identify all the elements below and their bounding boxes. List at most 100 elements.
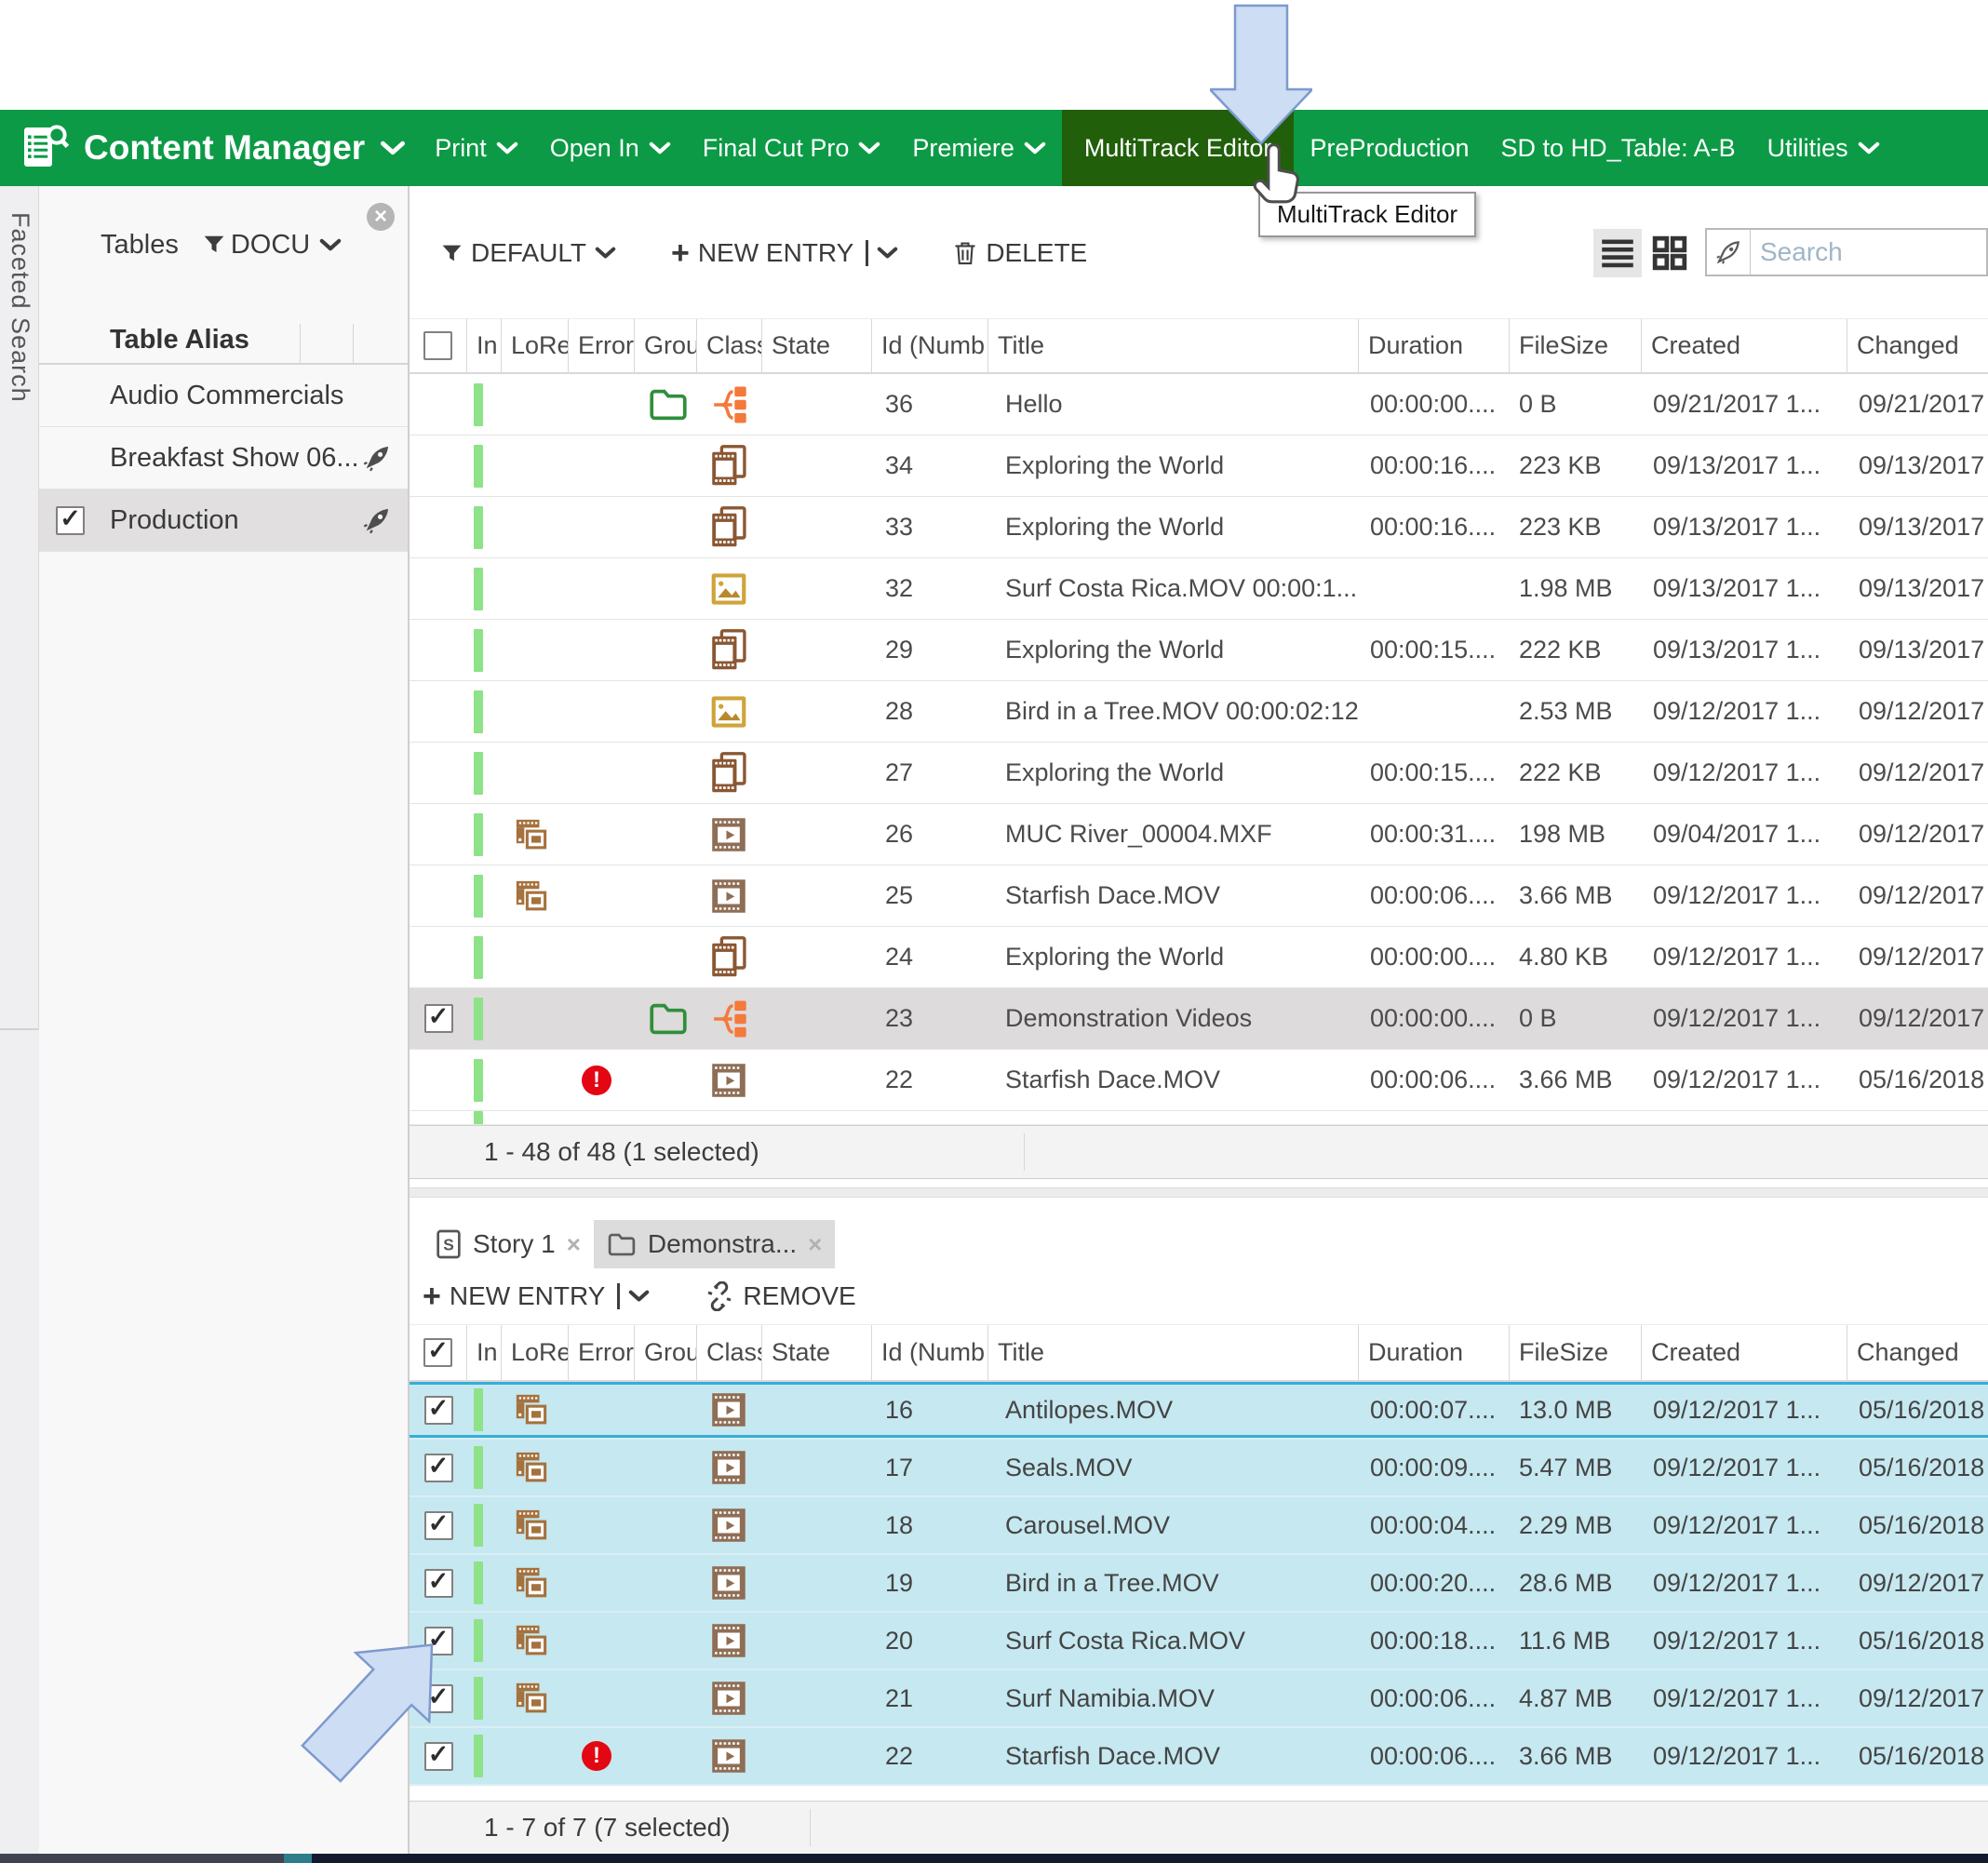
list-item[interactable]: Audio Commercials [39, 365, 408, 427]
column-header-state[interactable]: State [762, 319, 872, 372]
column-header-created[interactable]: Created [1642, 319, 1847, 372]
menu-item[interactable]: Utilities [1752, 110, 1896, 186]
list-view-button[interactable] [1593, 229, 1642, 277]
list-item[interactable]: Production [39, 489, 408, 552]
row-checkbox[interactable] [424, 1454, 453, 1482]
column-header-filesize[interactable]: FileSize [1510, 1325, 1642, 1380]
table-row[interactable]: 32 Surf Costa Rica.MOV 00:00:1... 1.98 M… [410, 558, 1988, 620]
column-header-created[interactable]: Created [1642, 1325, 1847, 1380]
table-row[interactable]: 16 Antilopes.MOV 00:00:07.... 13.0 MB 09… [410, 1382, 1988, 1440]
tab[interactable]: S Story 1 [423, 1220, 594, 1268]
row-checkbox[interactable] [424, 1396, 453, 1425]
row-checkbox[interactable] [424, 1569, 453, 1598]
table-row[interactable]: 27 Exploring the World 00:00:15.... 222 … [410, 743, 1988, 804]
column-header-group[interactable]: Grou [635, 1325, 697, 1380]
table-row[interactable]: 34 Exploring the World 00:00:16.... 223 … [410, 436, 1988, 497]
remove-button[interactable]: REMOVE [705, 1281, 864, 1311]
changed-cell: 05/16/2018 [1847, 1511, 1988, 1540]
table-alias-header[interactable]: Table Alias [39, 316, 408, 365]
select-all-checkbox[interactable] [423, 1338, 452, 1367]
new-entry-button[interactable]: + NEW ENTRY [423, 1280, 658, 1312]
id-cell: 21 [872, 1684, 988, 1713]
table-row[interactable]: 29 Exploring the World 00:00:15.... 222 … [410, 620, 1988, 681]
column-header-error[interactable]: Error [569, 319, 635, 372]
in-indicator [474, 629, 483, 672]
app-brand[interactable]: Content Manager [19, 122, 406, 174]
created-cell: 09/21/2017 1... [1642, 390, 1847, 419]
grid-view-button[interactable] [1645, 229, 1694, 277]
table-checkbox[interactable] [56, 506, 85, 535]
menu-item[interactable]: PreProduction [1294, 110, 1484, 186]
search-input[interactable] [1751, 230, 1986, 275]
chevron-down-icon[interactable] [319, 238, 342, 252]
menu-item[interactable]: Print [419, 110, 534, 186]
changed-cell: 09/12/2017 [1847, 1684, 1988, 1713]
table-row[interactable]: 26 MUC River_00004.MXF 00:00:31.... 198 … [410, 804, 1988, 865]
table-row[interactable]: 22 Starfish Dace.MOV 00:00:06.... 3.66 M… [410, 1050, 1988, 1111]
column-header-changed[interactable]: Changed [1847, 319, 1988, 372]
table-row[interactable]: 36 Hello 00:00:00.... 0 B 09/21/2017 1..… [410, 374, 1988, 436]
trash-icon [953, 240, 977, 266]
tables-sidebar: Tables DOCU Table Alias Audio Commercial… [39, 186, 410, 1854]
delete-button[interactable]: DELETE [953, 238, 1095, 268]
menu-item[interactable]: Final Cut Pro [687, 110, 897, 186]
filesize-cell: 0 B [1510, 1004, 1642, 1033]
table-row[interactable]: 17 Seals.MOV 00:00:09.... 5.47 MB 09/12/… [410, 1440, 1988, 1497]
column-header-filesize[interactable]: FileSize [1510, 319, 1642, 372]
column-header-in[interactable]: In [467, 319, 502, 372]
column-header-class[interactable]: Class [697, 1325, 762, 1380]
menu-item[interactable]: Open In [534, 110, 687, 186]
close-icon[interactable] [367, 203, 395, 231]
main-table: 36 Hello 00:00:00.... 0 B 09/21/2017 1..… [410, 374, 1988, 1111]
column-header-id[interactable]: Id (Numb [872, 319, 988, 372]
table-row[interactable]: 28 Bird in a Tree.MOV 00:00:02:12 2.53 M… [410, 681, 1988, 743]
table-row[interactable]: 22 Starfish Dace.MOV 00:00:06.... 3.66 M… [410, 1728, 1988, 1786]
close-icon[interactable] [567, 1230, 581, 1259]
pagination-text: 1 - 7 of 7 (7 selected) [410, 1813, 731, 1843]
table-row[interactable]: 20 Surf Costa Rica.MOV 00:00:18.... 11.6… [410, 1613, 1988, 1670]
table-row[interactable]: 24 Exploring the World 00:00:00.... 4.80… [410, 927, 1988, 988]
column-header-group[interactable]: Grou [635, 319, 697, 372]
in-indicator [474, 1619, 483, 1662]
folder-icon [648, 387, 689, 422]
panel-splitter[interactable] [410, 1179, 1988, 1213]
tables-title: Tables [101, 230, 179, 261]
table-row[interactable]: 18 Carousel.MOV 00:00:04.... 2.29 MB 09/… [410, 1497, 1988, 1555]
table-row[interactable]: 19 Bird in a Tree.MOV 00:00:20.... 28.6 … [410, 1555, 1988, 1613]
column-header-title[interactable]: Title [988, 319, 1359, 372]
column-header-error[interactable]: Error [569, 1325, 635, 1380]
default-filter-button[interactable]: DEFAULT [441, 238, 625, 268]
column-header-changed[interactable]: Changed [1847, 1325, 1988, 1380]
pagination-text: 1 - 48 of 48 (1 selected) [410, 1137, 759, 1167]
table-row[interactable]: 21 Surf Namibia.MOV 00:00:06.... 4.87 MB… [410, 1670, 1988, 1728]
faceted-search-tab[interactable]: Faceted Search [0, 186, 39, 1030]
column-header-class[interactable]: Class [697, 319, 762, 372]
created-cell: 09/13/2017 1... [1642, 451, 1847, 480]
row-checkbox[interactable] [424, 1004, 453, 1033]
tables-filter-value[interactable]: DOCU [231, 230, 310, 261]
faceted-search-label: Faceted Search [6, 186, 34, 403]
column-header-in[interactable]: In [467, 1325, 502, 1380]
column-header-duration[interactable]: Duration [1359, 319, 1510, 372]
table-row[interactable]: 25 Starfish Dace.MOV 00:00:06.... 3.66 M… [410, 865, 1988, 927]
column-header-lore[interactable]: LoRe [502, 1325, 569, 1380]
new-entry-button[interactable]: + NEW ENTRY [671, 237, 907, 269]
column-header-id[interactable]: Id (Numb [872, 1325, 988, 1380]
duration-cell: 00:00:00.... [1359, 1004, 1510, 1033]
column-header-title[interactable]: Title [988, 1325, 1359, 1380]
column-header-state[interactable]: State [762, 1325, 872, 1380]
row-checkbox[interactable] [424, 1742, 453, 1771]
menu-item[interactable]: Premiere [896, 110, 1062, 186]
column-header-lore[interactable]: LoRe [502, 319, 569, 372]
close-icon[interactable] [808, 1230, 822, 1259]
select-all-checkbox[interactable] [423, 331, 452, 360]
list-item[interactable]: Breakfast Show 06... [39, 427, 408, 489]
chevron-down-icon [649, 141, 671, 155]
column-header-duration[interactable]: Duration [1359, 1325, 1510, 1380]
row-checkbox[interactable] [424, 1511, 453, 1540]
table-row[interactable]: 23 Demonstration Videos 00:00:00.... 0 B… [410, 988, 1988, 1050]
table-row[interactable]: 33 Exploring the World 00:00:16.... 223 … [410, 497, 1988, 558]
menu-item[interactable]: SD to HD_Table: A-B [1485, 110, 1752, 186]
id-cell: 17 [872, 1454, 988, 1482]
tab[interactable]: Demonstra... [594, 1220, 835, 1268]
